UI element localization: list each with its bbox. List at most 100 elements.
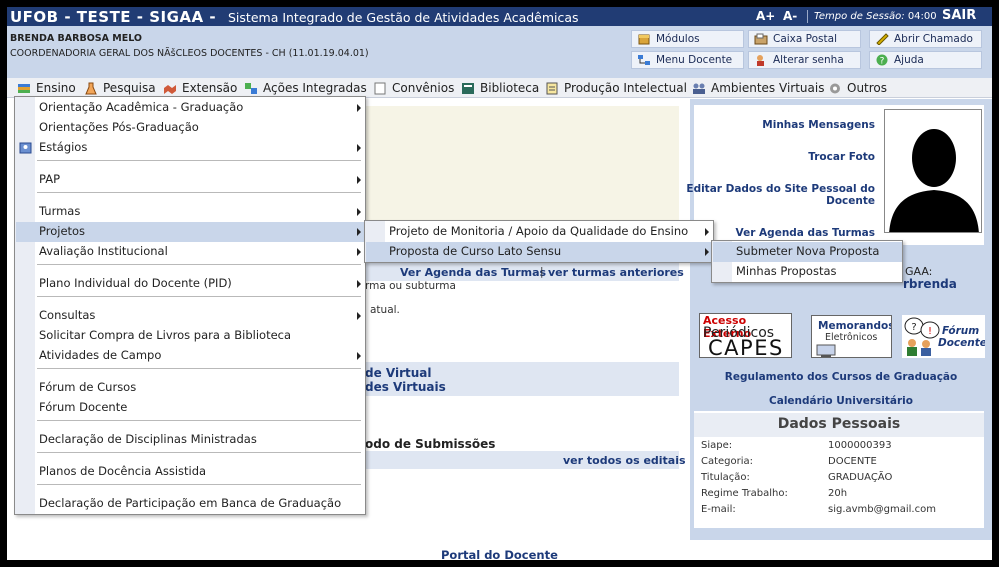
dados-pessoais-title: Dados Pessoais [694, 413, 984, 437]
avatar-silhouette-icon [885, 110, 981, 232]
calendario-link[interactable]: Calendário Universitário [690, 395, 992, 407]
chat-bubbles-icon: ? ! [904, 317, 940, 356]
svg-text:?: ? [880, 57, 885, 67]
menu-outros[interactable]: Outros [828, 81, 887, 95]
email-value: sig.avmb@gmail.com [828, 504, 936, 515]
sitemap-icon [638, 55, 650, 65]
chevron-right-icon [357, 208, 361, 216]
turma-text: rma ou subturma [365, 280, 456, 292]
menu-item-pap[interactable]: PAP [16, 170, 365, 190]
abrir-chamado-button[interactable]: Abrir Chamado [869, 30, 982, 48]
capes-banner[interactable]: Acesso Externo Periódicos CAPES [699, 313, 792, 358]
ver-agenda-link[interactable]: Ver Agenda das Turmas [736, 227, 875, 239]
menu-item-label: Minhas Propostas [736, 264, 837, 278]
menu-item-label: Orientação Acadêmica - Graduação [39, 100, 244, 114]
computer-icon [816, 344, 836, 357]
menu-item-projetos[interactable]: Projetos [16, 222, 365, 242]
menu-ambientes-virtuais[interactable]: Ambientes Virtuais [692, 81, 824, 95]
menu-item-orientacoes-pos[interactable]: Orientações Pós-Graduação [16, 118, 365, 138]
menu-acoes-integradas[interactable]: Ações Integradas [244, 81, 367, 95]
menu-item-forum-cursos[interactable]: Fórum de Cursos [16, 378, 365, 398]
menu-item-projeto-monitoria[interactable]: Projeto de Monitoria / Apoio da Qualidad… [366, 222, 713, 242]
capes-big-text: CAPES [708, 336, 784, 358]
alterar-senha-button[interactable]: Alterar senha [748, 51, 861, 69]
menu-convenios[interactable]: Convênios [373, 81, 454, 95]
forum-docente-banner[interactable]: ? ! Fórum Docente [902, 315, 985, 358]
menu-item-label: Projeto de Monitoria / Apoio da Qualidad… [389, 224, 689, 238]
menu-item-declaracao-disciplinas[interactable]: Declaração de Disciplinas Ministradas [16, 430, 365, 450]
menu-item-label: Submeter Nova Proposta [736, 244, 880, 258]
menu-extensao-label: Extensão [182, 81, 238, 95]
editar-site-link-2[interactable]: Docente [826, 195, 875, 207]
system-name: Sistema Integrado de Gestão de Atividade… [228, 10, 579, 25]
portal-docente-link[interactable]: Portal do Docente [441, 548, 558, 560]
menu-separator [37, 484, 361, 485]
memorandos-banner[interactable]: Memorandos Eletrônicos [811, 315, 892, 358]
menu-producao-intelectual[interactable]: Produção Intelectual [545, 81, 687, 95]
submissoes-heading: odo de Submissões [365, 437, 496, 451]
link-divider: | [540, 266, 544, 278]
comunidade-virtual-link[interactable]: de Virtual [365, 366, 432, 380]
menu-item-forum-docente[interactable]: Fórum Docente [16, 398, 365, 418]
font-decrease-button[interactable]: A- [783, 9, 797, 23]
menu-ensino-label: Ensino [36, 81, 76, 95]
books-icon [18, 84, 30, 93]
menu-extensao[interactable]: Extensão [163, 81, 237, 95]
user-name: BRENDA BARBOSA MELO [10, 33, 143, 44]
modulos-label: Módulos [656, 33, 700, 45]
menu-ensino[interactable]: Ensino [17, 81, 76, 95]
menu-biblioteca[interactable]: Biblioteca [461, 81, 539, 95]
comunidades-virtuais-link[interactable]: des Virtuais [365, 380, 446, 394]
ver-todos-editais-link[interactable]: ver todos os editais [563, 454, 686, 467]
menu-item-lato-sensu[interactable]: Proposta de Curso Lato Sensu [366, 242, 713, 262]
modulos-button[interactable]: Módulos [631, 30, 744, 48]
menu-item-consultas[interactable]: Consultas [16, 306, 365, 326]
caixa-postal-button[interactable]: Caixa Postal [748, 30, 861, 48]
forum-text-2: Docente [938, 337, 985, 349]
flask-icon [85, 82, 97, 95]
menu-item-turmas[interactable]: Turmas [16, 202, 365, 222]
menu-item-avaliacao[interactable]: Avaliação Institucional [16, 242, 365, 262]
chevron-right-icon [357, 228, 361, 236]
categoria-label: Categoria: [701, 456, 754, 467]
user-unit: COORDENADORIA GERAL DOS NÃšCLEOS DOCENTE… [10, 48, 369, 59]
regime-label: Regime Trabalho: [701, 488, 788, 499]
editar-site-link[interactable]: Editar Dados do Site Pessoal do [686, 183, 875, 195]
menu-item-estagios[interactable]: Estágios [16, 138, 365, 158]
menu-item-pid[interactable]: Plano Individual do Docente (PID) [16, 274, 365, 294]
menu-pesquisa-label: Pesquisa [103, 81, 156, 95]
ajuda-button[interactable]: ? Ajuda [869, 51, 982, 69]
puzzle-icon [245, 83, 257, 94]
menu-item-submeter-proposta[interactable]: Submeter Nova Proposta [713, 242, 902, 262]
logout-button[interactable]: SAIR [942, 8, 976, 23]
menu-item-label: Proposta de Curso Lato Sensu [389, 244, 562, 258]
menu-pesquisa[interactable]: Pesquisa [84, 81, 156, 95]
menu-item-minhas-propostas[interactable]: Minhas Propostas [713, 262, 902, 282]
projetos-submenu: Projeto de Monitoria / Apoio da Qualidad… [364, 220, 714, 263]
minhas-mensagens-link[interactable]: Minhas Mensagens [762, 119, 875, 131]
menu-biblioteca-label: Biblioteca [480, 81, 540, 95]
app-brand[interactable]: UFOB - TESTE - SIGAA - [10, 8, 216, 26]
menu-docente-button[interactable]: Menu Docente [631, 51, 744, 69]
trocar-foto-link[interactable]: Trocar Foto [808, 151, 875, 163]
ensino-dropdown: Orientação Acadêmica - Graduação Orienta… [14, 96, 366, 515]
menu-item-compra-livros[interactable]: Solicitar Compra de Livros para a Biblio… [16, 326, 365, 346]
menu-item-label: Declaração de Disciplinas Ministradas [39, 432, 257, 446]
menu-docente-label: Menu Docente [656, 54, 733, 66]
estagios-icon [19, 142, 32, 154]
menu-item-label: Orientações Pós-Graduação [39, 120, 199, 134]
menu-item-orientacao-graduacao[interactable]: Orientação Acadêmica - Graduação [16, 98, 365, 118]
menu-item-label: Atividades de Campo [39, 348, 162, 362]
menu-item-atividades-campo[interactable]: Atividades de Campo [16, 346, 365, 366]
profile-photo[interactable] [884, 109, 982, 233]
regulamento-link[interactable]: Regulamento dos Cursos de Graduação [690, 371, 992, 383]
handshake-icon [164, 85, 176, 94]
menu-item-label: Avaliação Institucional [39, 244, 168, 258]
font-increase-button[interactable]: A+ [756, 9, 775, 23]
ver-turmas-anteriores-link[interactable]: ver turmas anteriores [548, 266, 684, 279]
menu-item-label: Declaração de Participação em Banca de G… [39, 496, 342, 510]
menu-item-declaracao-banca[interactable]: Declaração de Participação em Banca de G… [16, 494, 365, 514]
sigaa-username: rbrenda [903, 277, 957, 291]
ver-agenda-turmas-link[interactable]: Ver Agenda das Turmas [400, 266, 546, 279]
menu-item-docencia-assistida[interactable]: Planos de Docência Assistida [16, 462, 365, 482]
